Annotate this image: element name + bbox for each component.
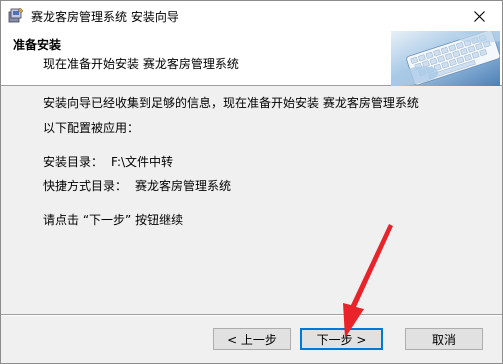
intro-text: 安装向导已经收集到足够的信息，现在准备开始安装 赛龙客房管理系统 (43, 96, 419, 110)
shortcut-label: 快捷方式目录： (43, 179, 128, 193)
install-dir-label: 安装目录： (43, 155, 104, 169)
cancel-button[interactable]: 取消 (405, 328, 483, 350)
close-button[interactable] (456, 1, 502, 31)
wizard-header: 准备安装 现在准备开始安装 赛龙客房管理系统 (1, 31, 502, 86)
close-icon (473, 10, 485, 22)
back-button[interactable]: < 上一步 (213, 328, 291, 350)
shortcut-value: 赛龙客房管理系统 (135, 179, 232, 193)
next-button[interactable]: 下一步 > (300, 328, 383, 350)
install-dir-value: F:\文件中转 (111, 155, 174, 169)
page-title: 准备安装 (13, 38, 62, 52)
window-title: 赛龙客房管理系统 安装向导 (31, 10, 179, 24)
keyboard-banner-image (391, 31, 500, 86)
footer-divider (1, 314, 502, 316)
config-label: 以下配置被应用： (43, 121, 140, 135)
installer-window: 赛龙客房管理系统 安装向导 准备安装 现在准备开始安装 赛龙客房管理系统 安装向… (0, 0, 503, 364)
installer-app-icon (8, 7, 24, 23)
page-subtitle: 现在准备开始安装 赛龙客房管理系统 (43, 57, 239, 71)
instruction-text: 请点击 “下一步” 按钮继续 (43, 213, 184, 227)
title-bar: 赛龙客房管理系统 安装向导 (1, 1, 502, 31)
